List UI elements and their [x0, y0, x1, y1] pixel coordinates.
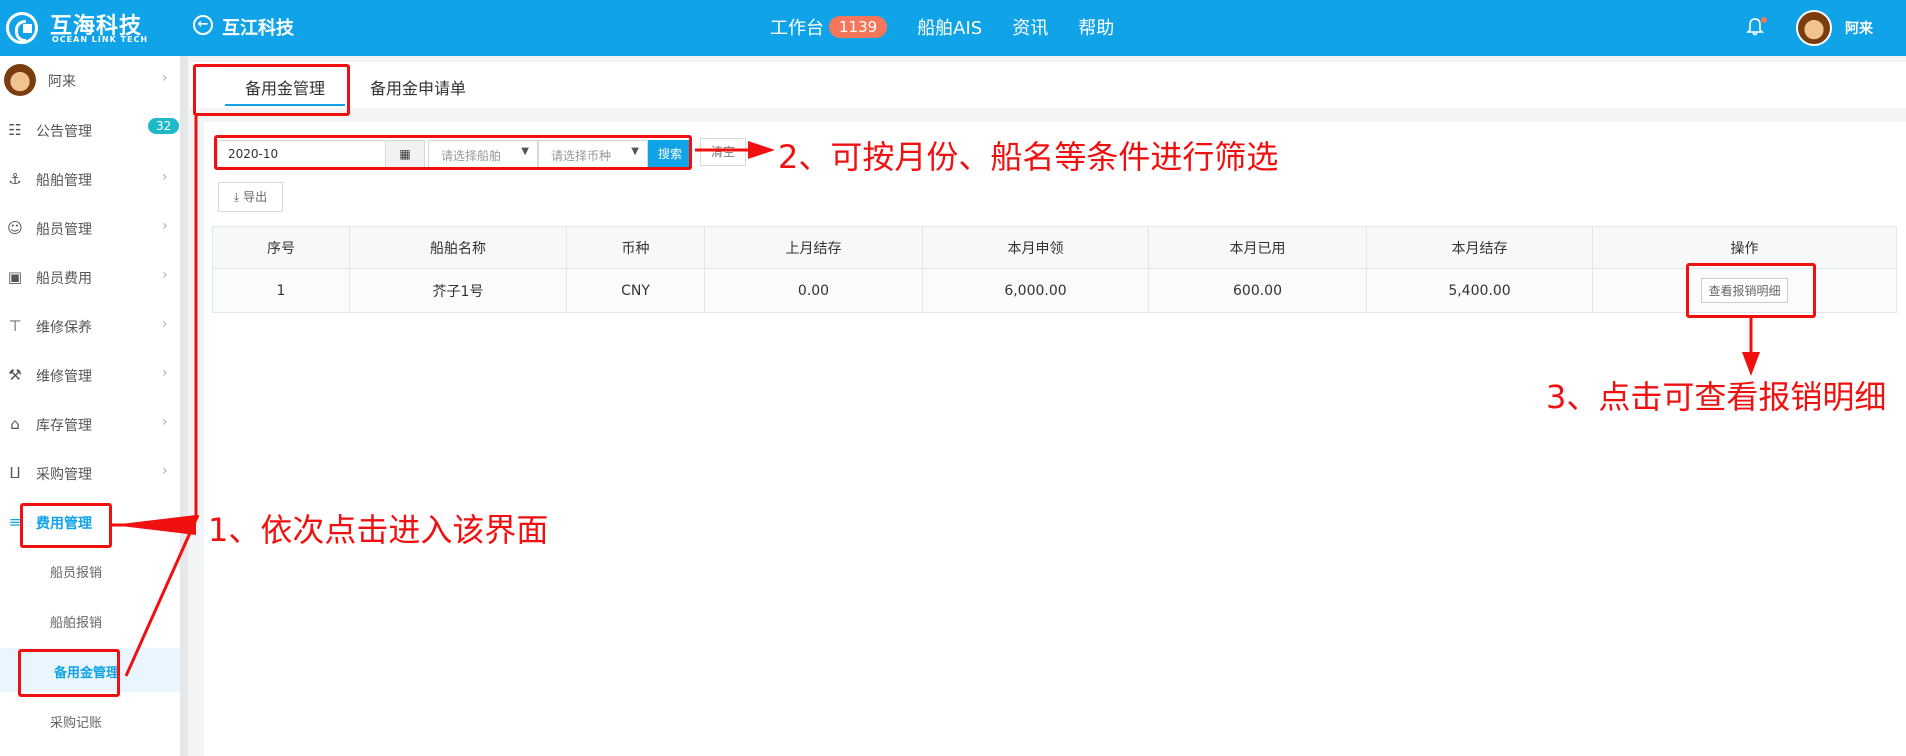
annotation-step3: 3、点击可查看报销明细	[1546, 378, 1887, 416]
annotation-step1: 1、依次点击进入该界面	[208, 511, 549, 549]
annotation-step2: 2、可按月份、船名等条件进行筛选	[778, 138, 1279, 176]
